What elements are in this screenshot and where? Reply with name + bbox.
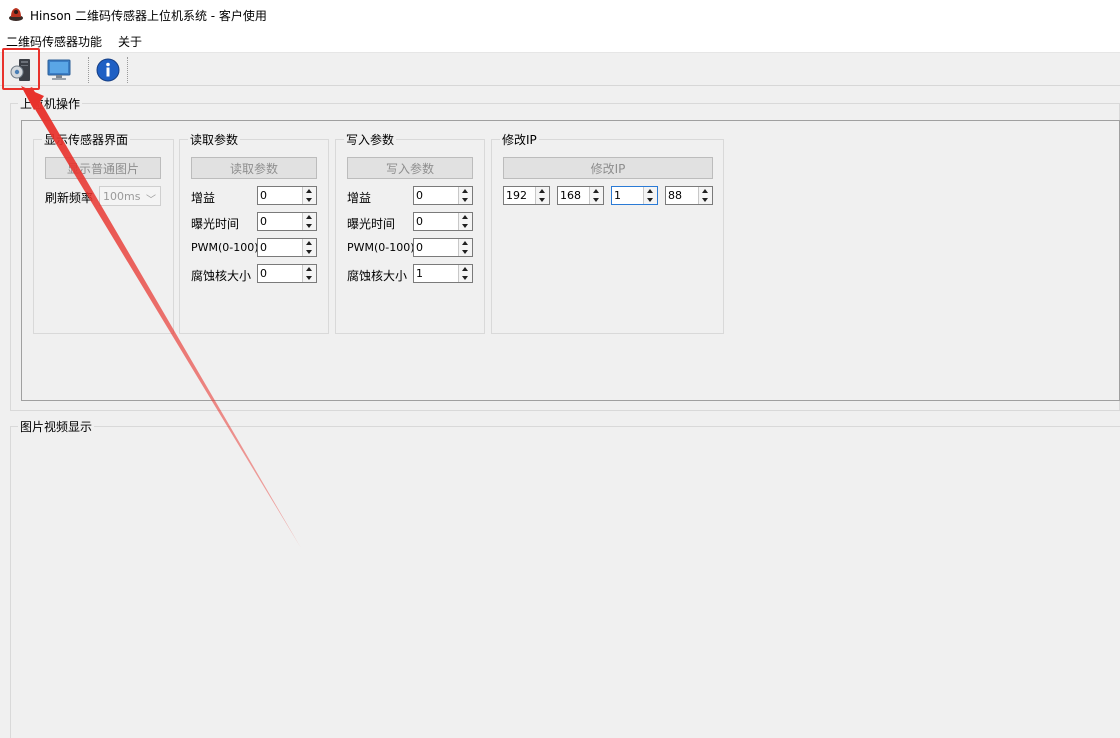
spin-arrows[interactable]	[643, 187, 657, 204]
write-gain-spinbox[interactable]: 0	[413, 186, 473, 205]
modify-ip-button[interactable]: 修改IP	[503, 157, 713, 179]
ip-octet-2-spinbox[interactable]: 168	[557, 186, 604, 205]
modify-ip-title: 修改IP	[500, 131, 539, 148]
show-image-button[interactable]: 显示普通图片	[45, 157, 161, 179]
toolbar	[0, 52, 1120, 86]
spin-arrows[interactable]	[458, 265, 472, 282]
refresh-rate-value: 100ms	[103, 190, 141, 203]
toolbar-separator	[127, 57, 128, 83]
refresh-rate-label: 刷新频率	[45, 191, 94, 205]
read-erosion-label: 腐蚀核大小	[191, 269, 252, 283]
write-params-button[interactable]: 写入参数	[347, 157, 473, 179]
ip-octet-1-value: 192	[506, 189, 527, 202]
write-params-title: 写入参数	[344, 131, 397, 148]
ip-octet-3-value: 1	[614, 189, 621, 202]
spin-arrows[interactable]	[458, 187, 472, 204]
spin-arrows[interactable]	[302, 239, 316, 256]
read-gain-spinbox[interactable]: 0	[257, 186, 317, 205]
spin-arrows[interactable]	[535, 187, 549, 204]
spin-arrows[interactable]	[458, 213, 472, 230]
ip-octet-4-value: 88	[668, 189, 682, 202]
write-gain-value: 0	[416, 189, 423, 202]
write-pwm-value: 0	[416, 241, 423, 254]
monitor-icon	[47, 59, 71, 80]
write-erosion-value: 1	[416, 267, 423, 280]
menu-about[interactable]: 关于	[118, 33, 142, 50]
write-erosion-spinbox[interactable]: 1	[413, 264, 473, 283]
read-erosion-spinbox[interactable]: 0	[257, 264, 317, 283]
write-pwm-spinbox[interactable]: 0	[413, 238, 473, 257]
info-button[interactable]	[93, 56, 123, 84]
write-erosion-label: 腐蚀核大小	[347, 269, 408, 283]
read-exposure-value: 0	[260, 215, 267, 228]
read-gain-value: 0	[260, 189, 267, 202]
read-exposure-label: 曝光时间	[191, 217, 240, 231]
menu-bar: 二维码传感器功能 关于	[0, 30, 1120, 52]
app-logo-icon	[9, 8, 23, 21]
read-pwm-spinbox[interactable]: 0	[257, 238, 317, 257]
image-display-title: 图片视频显示	[18, 418, 95, 435]
read-exposure-spinbox[interactable]: 0	[257, 212, 317, 231]
chevron-down-icon: ﹀	[146, 195, 156, 206]
spin-arrows[interactable]	[302, 213, 316, 230]
spin-arrows[interactable]	[302, 265, 316, 282]
write-gain-label: 增益	[347, 191, 372, 205]
info-icon	[96, 58, 120, 82]
read-pwm-value: 0	[260, 241, 267, 254]
write-exposure-spinbox[interactable]: 0	[413, 212, 473, 231]
ip-octet-4-spinbox[interactable]: 88	[665, 186, 713, 205]
highlight-box	[2, 48, 40, 90]
refresh-rate-select[interactable]: 100ms ﹀	[99, 186, 161, 206]
ip-octet-1-spinbox[interactable]: 192	[503, 186, 550, 205]
write-pwm-label: PWM(0-100)	[347, 241, 415, 254]
ip-octet-2-value: 168	[560, 189, 581, 202]
read-erosion-value: 0	[260, 267, 267, 280]
spin-arrows[interactable]	[698, 187, 712, 204]
host-operations-title: 上位机操作	[18, 95, 83, 112]
read-params-title: 读取参数	[188, 131, 241, 148]
toolbar-separator	[88, 57, 89, 83]
spin-arrows[interactable]	[589, 187, 603, 204]
write-exposure-value: 0	[416, 215, 423, 228]
display-sensor-title: 显示传感器界面	[42, 131, 131, 148]
window-title: Hinson 二维码传感器上位机系统 - 客户使用	[30, 9, 267, 23]
monitor-button[interactable]	[44, 56, 74, 84]
read-gain-label: 增益	[191, 191, 216, 205]
spin-arrows[interactable]	[302, 187, 316, 204]
title-bar: Hinson 二维码传感器上位机系统 - 客户使用	[0, 0, 1120, 30]
read-params-button[interactable]: 读取参数	[191, 157, 317, 179]
write-exposure-label: 曝光时间	[347, 217, 396, 231]
read-pwm-label: PWM(0-100)	[191, 241, 259, 254]
spin-arrows[interactable]	[458, 239, 472, 256]
image-display-group	[10, 426, 1120, 738]
ip-octet-3-spinbox[interactable]: 1	[611, 186, 658, 205]
